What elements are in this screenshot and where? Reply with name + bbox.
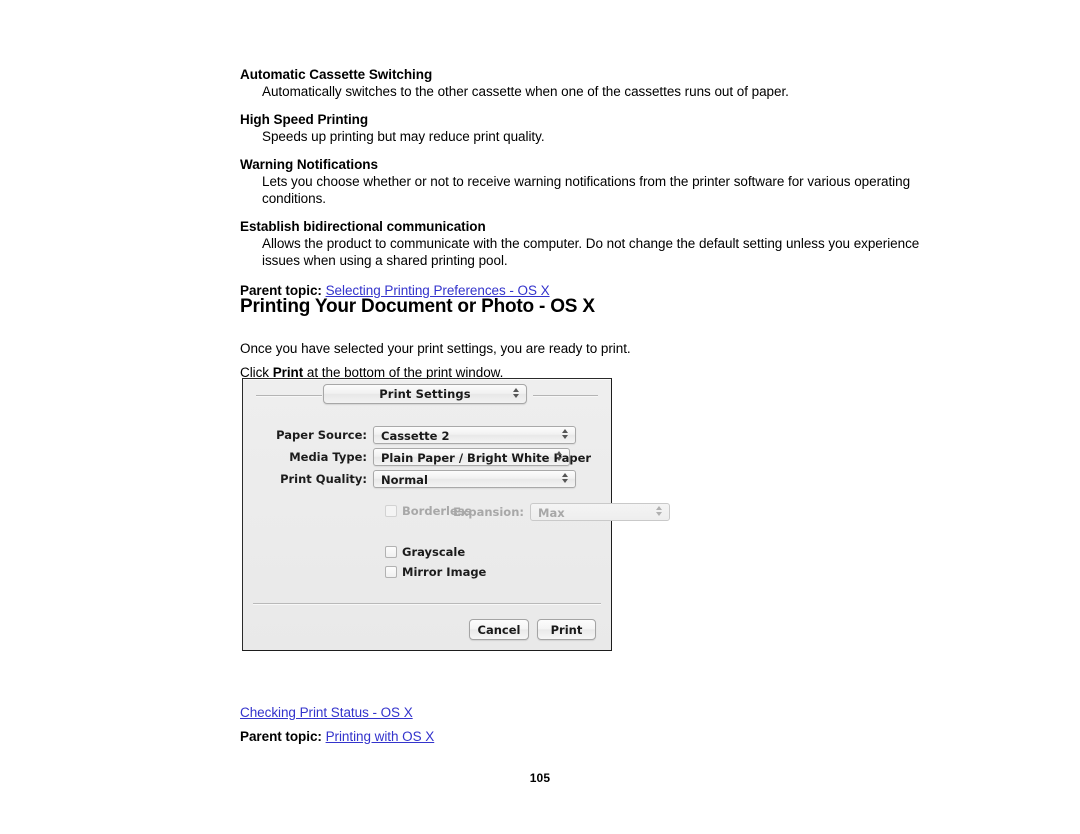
print-quality-label: Print Quality: [280, 472, 367, 486]
definition-term: Warning Notifications [240, 157, 378, 172]
checkbox-icon [385, 566, 397, 578]
definition-item: Establish bidirectional communication Al… [240, 218, 930, 269]
paper-source-value: Cassette 2 [381, 429, 450, 443]
definition-description: Speeds up printing but may reduce print … [262, 129, 545, 144]
pane-popup-label: Print Settings [379, 387, 471, 401]
definition-item: High Speed Printing Speeds up printing b… [240, 111, 930, 145]
divider-right [533, 395, 598, 396]
page-number: 105 [529, 771, 551, 785]
pane-popup-button[interactable]: Print Settings [323, 384, 527, 404]
parent-topic-label: Parent topic: [240, 728, 322, 744]
checkbox-mirror-image-label: Mirror Image [402, 565, 487, 579]
media-type-select[interactable]: Plain Paper / Bright White Paper [373, 448, 591, 466]
media-type-label: Media Type: [289, 450, 367, 464]
definition-description: Lets you choose whether or not to receiv… [262, 174, 911, 206]
definition-term: High Speed Printing [240, 112, 369, 127]
document-page: Automatic Cassette Switching Automatical… [0, 0, 1080, 834]
cancel-button[interactable]: Cancel [469, 619, 529, 640]
checkbox-icon [385, 546, 397, 558]
paper-source-label: Paper Source: [276, 428, 367, 442]
body-paragraph-1: Once you have selected your print settin… [240, 340, 631, 356]
cancel-button-label: Cancel [477, 623, 521, 637]
pane-selector-row: Print Settings [243, 384, 611, 406]
definition-term: Establish bidirectional communication [240, 219, 486, 234]
expansion-select: Max [530, 503, 670, 521]
expansion-label: Expansion: [453, 505, 524, 519]
definition-item: Automatic Cassette Switching Automatical… [240, 66, 930, 100]
checking-print-status-link[interactable]: Checking Print Status - OS X [240, 705, 413, 720]
divider-left [256, 395, 322, 396]
related-topic-link-container: Checking Print Status - OS X [240, 704, 413, 722]
parent-topic-link[interactable]: Printing with OS X [326, 729, 435, 744]
definition-list: Automatic Cassette Switching Automatical… [240, 66, 930, 300]
definition-term: Automatic Cassette Switching [240, 67, 433, 82]
stepper-updown-icon [561, 473, 568, 487]
checkbox-icon [385, 505, 397, 517]
definition-item: Warning Notifications Lets you choose wh… [240, 156, 930, 207]
print-button[interactable]: Print [537, 619, 596, 640]
print-button-label: Print [550, 623, 583, 637]
dialog-separator [253, 603, 601, 604]
stepper-updown-icon [561, 429, 568, 443]
print-dialog-screenshot: Print Settings Paper Source: Cassette 2 … [242, 378, 670, 651]
expansion-value: Max [538, 506, 565, 520]
checkbox-grayscale-label: Grayscale [402, 545, 466, 559]
print-dialog-body: Print Settings Paper Source: Cassette 2 … [243, 379, 670, 650]
page-title: Printing Your Document or Photo - OS X [240, 296, 595, 317]
stepper-updown-icon [512, 388, 519, 402]
definition-description: Allows the product to communicate with t… [262, 236, 920, 268]
stepper-updown-icon [555, 451, 562, 465]
print-quality-select[interactable]: Normal [373, 470, 576, 488]
stepper-updown-icon [655, 506, 662, 520]
definition-description: Automatically switches to the other cass… [262, 84, 789, 99]
parent-topic-bottom: Parent topic: Printing with OS X [240, 728, 434, 746]
paper-source-select[interactable]: Cassette 2 [373, 426, 576, 444]
print-quality-value: Normal [381, 473, 428, 487]
